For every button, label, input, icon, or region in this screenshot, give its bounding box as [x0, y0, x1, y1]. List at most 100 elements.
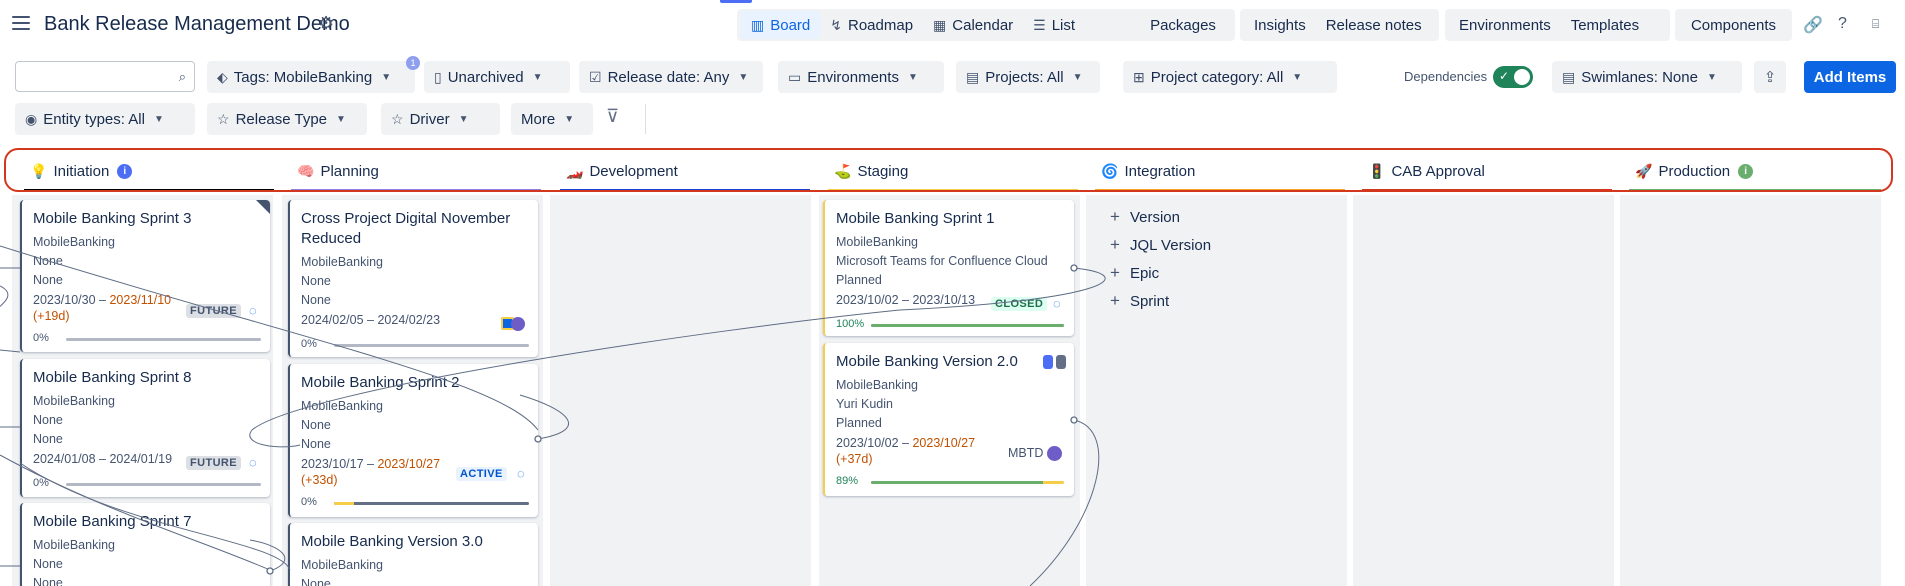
card-mobile-banking-sprint-8[interactable]: Mobile Banking Sprint 8 MobileBanking No…	[20, 359, 270, 497]
chevron-down-icon: ▼	[738, 71, 749, 83]
chevron-down-icon: ▼	[458, 113, 469, 125]
add-epic-item[interactable]: + Epic	[1110, 259, 1211, 287]
tab-environments[interactable]: Environments	[1449, 11, 1561, 39]
plus-icon: +	[1110, 291, 1120, 310]
comment-icon[interactable]: ◌	[1053, 296, 1061, 311]
card-cross-project-digital-november[interactable]: Cross Project Digital November Reduced M…	[288, 200, 538, 357]
version-icon	[1056, 355, 1066, 369]
info-icon[interactable]: i	[117, 164, 133, 179]
progress-percent: 100%	[836, 318, 865, 330]
check-icon: ✓	[1499, 69, 1510, 83]
avatar	[511, 317, 525, 331]
lightbulb-icon: 💡	[30, 163, 48, 179]
environments-filter[interactable]: ▭ Environments ▼	[778, 61, 944, 93]
add-jql-version-item[interactable]: + JQL Version	[1110, 231, 1211, 259]
card-mobile-banking-sprint-1[interactable]: Mobile Banking Sprint 1 MobileBanking Mi…	[823, 200, 1074, 336]
plus-icon: +	[1110, 263, 1120, 282]
tab-components[interactable]: Components	[1681, 11, 1786, 39]
comment-icon[interactable]: ◌	[517, 466, 525, 481]
gear-icon[interactable]: ⚙	[318, 13, 334, 34]
clear-filter-icon[interactable]: ⊽	[606, 106, 619, 127]
menu-icon[interactable]	[12, 16, 30, 30]
integration-add-menu: + Version + JQL Version + Epic + Sprint	[1110, 203, 1211, 315]
brain-icon: 🧠	[297, 163, 315, 179]
column-header-initiation[interactable]: 💡 Initiation i	[24, 154, 274, 192]
dependencies-toggle[interactable]: ✓	[1493, 66, 1533, 88]
projects-filter[interactable]: ▤ Projects: All ▼	[956, 61, 1100, 93]
swimlanes-select[interactable]: ▤ Swimlanes: None ▼	[1552, 61, 1742, 93]
chevron-down-icon: ▼	[907, 71, 918, 83]
api-icon[interactable]: ⌸	[1872, 17, 1879, 32]
progress-percent: 0%	[33, 332, 49, 344]
progress-percent: 0%	[301, 338, 317, 350]
card-mobile-banking-sprint-7[interactable]: Mobile Banking Sprint 7 MobileBanking No…	[20, 503, 270, 586]
board-icon: ▥	[751, 16, 765, 33]
tab-release-notes[interactable]: Release notes	[1316, 11, 1432, 39]
archive-filter[interactable]: ▯ Unarchived ▼	[424, 61, 570, 93]
more-filters[interactable]: More ▼	[511, 103, 593, 135]
top-header: Bank Release Management Demo ⚙ ▥ Board ↯ R…	[0, 0, 1905, 50]
card-mobile-banking-sprint-2[interactable]: Mobile Banking Sprint 2 MobileBanking No…	[288, 364, 538, 517]
column-header-staging[interactable]: ⛳ Staging	[828, 154, 1078, 192]
tab-board[interactable]: ▥ Board	[741, 11, 821, 39]
avatar	[1047, 446, 1062, 461]
tags-filter[interactable]: ⬖ Tags: MobileBanking ▼	[207, 61, 415, 93]
driver-filter[interactable]: ☆ Driver ▼	[381, 103, 500, 135]
chevron-down-icon: ▼	[153, 113, 164, 125]
star-icon: ☆	[217, 110, 230, 127]
status-badge: FUTURE	[186, 456, 242, 470]
star-icon: ☆	[391, 110, 404, 127]
comment-icon[interactable]: ◌	[249, 455, 257, 470]
calendar-icon: ▦	[933, 16, 947, 33]
cyclone-icon: 🌀	[1101, 163, 1119, 179]
tab-roadmap[interactable]: ↯ Roadmap	[820, 11, 923, 39]
chevron-down-icon: ▼	[381, 71, 392, 83]
project-icon: ▤	[966, 68, 980, 85]
comment-icon[interactable]: ◌	[249, 303, 257, 318]
plus-icon: +	[1110, 207, 1120, 226]
race-car-icon: 🏎️	[566, 163, 584, 179]
insights-group: Insights Release notes	[1240, 9, 1439, 41]
tab-list[interactable]: ☰ List	[1023, 11, 1085, 39]
progress-bar	[66, 483, 261, 486]
status-badge: FUTURE	[186, 304, 242, 318]
help-icon[interactable]: ?	[1838, 15, 1847, 33]
corner-flag	[256, 200, 270, 214]
tab-calendar[interactable]: ▦ Calendar	[923, 11, 1023, 39]
info-icon[interactable]: i	[1738, 164, 1754, 179]
lane-development	[550, 195, 811, 586]
add-version-item[interactable]: + Version	[1110, 203, 1211, 231]
rocket-icon: 🚀	[1635, 163, 1653, 179]
version-icon	[1043, 355, 1053, 369]
card-mobile-banking-version-3[interactable]: Mobile Banking Version 3.0 MobileBanking…	[288, 523, 538, 586]
plus-icon: +	[1110, 235, 1120, 254]
column-header-planning[interactable]: 🧠 Planning	[291, 154, 541, 192]
add-sprint-item[interactable]: + Sprint	[1110, 287, 1211, 315]
eye-icon: ◉	[25, 110, 38, 127]
release-date-filter[interactable]: ☑ Release date: Any ▼	[579, 61, 763, 93]
tab-insights[interactable]: Insights	[1244, 11, 1316, 39]
add-items-button[interactable]: Add Items	[1804, 61, 1896, 93]
share-icon[interactable]: ⇪	[1754, 61, 1786, 93]
column-header-production[interactable]: 🚀 Production i	[1629, 154, 1881, 192]
progress-bar	[871, 481, 1064, 484]
divider	[645, 104, 646, 134]
card-mobile-banking-version-2[interactable]: Mobile Banking Version 2.0 MobileBanking…	[823, 343, 1074, 496]
status-badge: CLOSED	[991, 297, 1048, 311]
column-header-cab-approval[interactable]: 🚦 CAB Approval	[1362, 154, 1612, 192]
link-icon[interactable]: 🔗	[1803, 15, 1823, 35]
tab-packages[interactable]: Packages	[1140, 11, 1226, 39]
release-type-filter[interactable]: ☆ Release Type ▼	[207, 103, 367, 135]
search-input[interactable]: ⌕	[15, 61, 195, 92]
traffic-light-icon: 🚦	[1368, 163, 1386, 179]
tab-templates[interactable]: Templates	[1561, 11, 1649, 39]
column-header-integration[interactable]: 🌀 Integration	[1095, 154, 1345, 192]
chevron-down-icon: ▼	[336, 113, 346, 125]
card-mobile-banking-sprint-3[interactable]: Mobile Banking Sprint 3 MobileBanking No…	[20, 200, 270, 352]
chevron-down-icon: ▼	[1706, 71, 1717, 83]
progress-bar	[334, 344, 529, 347]
column-header-development[interactable]: 🏎️ Development	[560, 154, 810, 192]
project-category-filter[interactable]: ⊞ Project category: All ▼	[1123, 61, 1337, 93]
entity-types-filter[interactable]: ◉ Entity types: All ▼	[15, 103, 195, 135]
progress-bar	[66, 338, 261, 341]
